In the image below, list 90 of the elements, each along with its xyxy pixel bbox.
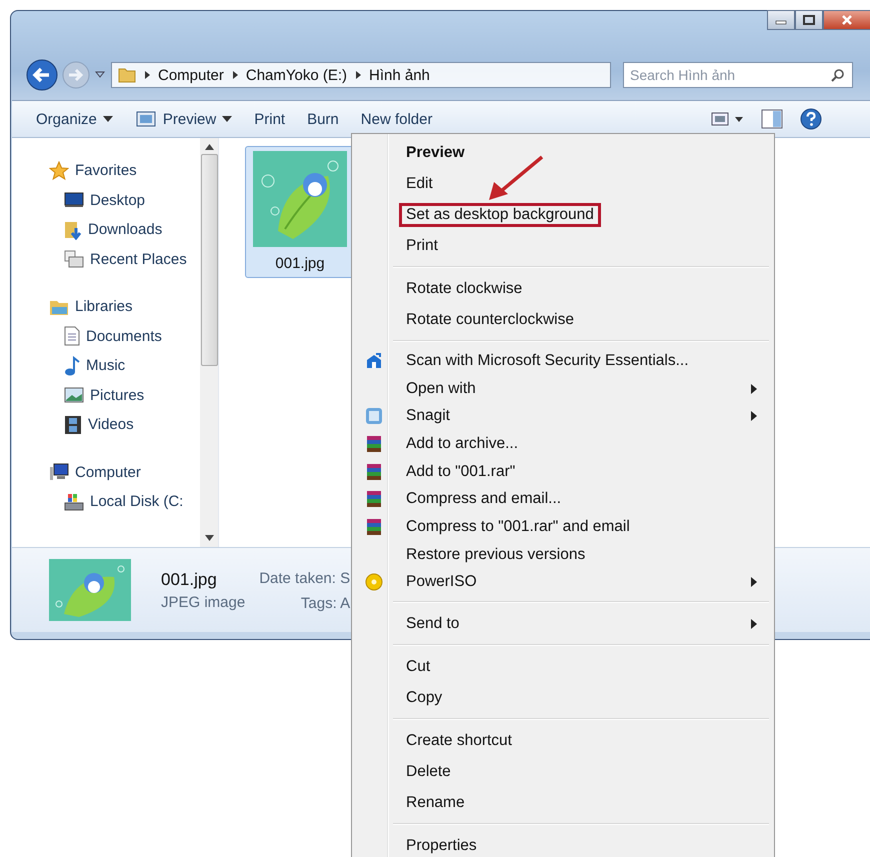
menu-item[interactable]: Rotate clockwise [355,273,771,304]
books-icon [365,462,383,481]
toolbar-button[interactable]: Preview [134,110,232,128]
breadcrumb[interactable]: Hình ảnh [369,66,430,84]
menu-item[interactable]: Rename [355,787,771,818]
menu-item[interactable]: Send to [355,608,771,640]
scrollbar[interactable] [200,138,218,547]
scroll-up-icon[interactable] [204,144,214,150]
menu-item[interactable]: Print [355,230,771,261]
recent-places-icon [64,250,84,268]
books-icon [365,434,383,453]
minimize-button[interactable] [767,10,795,30]
sidebar-item[interactable]: Desktop [12,186,200,215]
menu-item[interactable]: Scan with Microsoft Security Essentials... [355,347,771,375]
picture-icon [64,387,84,404]
menu-item[interactable]: Open with [355,374,771,402]
preview-pane-button[interactable] [761,109,783,129]
menu-item[interactable]: PowerISO [355,568,771,596]
maximize-icon [802,14,816,26]
toolbar-button[interactable]: New folder [360,110,432,128]
submenu-arrow-icon [751,618,757,629]
menu-item[interactable]: Edit [355,168,771,199]
file-type: JPEG image [161,594,246,610]
menu-item[interactable]: Compress and email... [355,485,771,514]
menu-item[interactable]: Preview [355,137,771,168]
folder-icon [118,66,136,84]
caret-icon [222,116,232,122]
date-taken-label: Date taken: S [259,570,350,587]
sidebar-item[interactable]: Computer [12,458,200,487]
caret-icon [102,116,113,122]
toolbar-button[interactable]: Burn [307,110,339,128]
square-icon [365,407,383,426]
menu-item[interactable]: Create shortcut [355,725,771,756]
submenu-arrow-icon [751,411,757,422]
books-icon [365,518,383,536]
disk-icon [64,492,84,511]
scroll-down-icon[interactable] [204,535,214,541]
breadcrumb[interactable]: ChamYoko (E:) [246,66,348,84]
toolbar-button[interactable]: Print [254,110,286,128]
film-icon [64,414,82,435]
menu-item[interactable]: Copy [355,682,771,714]
menu-item[interactable]: Delete [355,756,771,788]
sidebar-item[interactable]: Downloads [12,215,200,244]
star-icon [49,160,69,181]
disc-icon [365,573,383,592]
submenu-arrow-icon [751,577,757,588]
music-note-icon [64,356,80,376]
menu-item[interactable]: Restore previous versions [355,540,771,568]
submenu-arrow-icon [751,384,757,394]
sidebar-item[interactable]: Libraries [12,292,200,322]
monitor-icon [64,192,84,208]
breadcrumb[interactable]: Computer [158,66,224,84]
dropdown-icon[interactable] [95,71,105,79]
maximize-button[interactable] [795,10,823,30]
toolbar-button[interactable]: Organize [36,110,113,128]
house-icon [365,352,383,370]
menu-item[interactable]: Add to archive... [355,430,771,458]
chevron-icon[interactable] [143,70,151,80]
menu-item[interactable]: Snagit [355,402,771,430]
download-folder-icon [64,220,82,240]
address-bar[interactable]: Computer ChamYoko (E:) Hình ảnh [111,62,611,88]
search-icon [831,68,845,82]
tags-label: Tags: A [300,595,350,612]
menu-item[interactable]: Add to "001.rar" [355,458,771,486]
menu-item[interactable]: Rotate counterclockwise [355,304,771,335]
close-button[interactable] [823,10,870,30]
close-icon [840,14,854,26]
preview-icon [134,110,157,128]
file-name: 001.jpg [161,570,218,590]
back-button[interactable] [25,58,59,92]
sidebar-item[interactable]: Music [12,351,200,380]
help-icon[interactable] [799,107,823,131]
menu-item[interactable]: Cut [355,651,771,682]
computer-icon [49,463,69,482]
view-options-button[interactable] [711,112,745,126]
chevron-icon[interactable] [230,70,239,80]
menu-item[interactable]: Set as desktop background [355,199,771,230]
sidebar-item[interactable]: Favorites [12,156,200,186]
sidebar-item[interactable]: Local Disk (C: [12,487,200,516]
sidebar-item[interactable]: Videos [12,410,200,440]
menu-item[interactable]: Compress to "001.rar" and email [355,513,771,541]
annotation-arrow [486,154,546,202]
sidebar-item[interactable]: Documents [12,322,200,351]
sidebar-item[interactable]: Pictures [12,380,200,410]
books-icon [365,490,383,508]
search-field[interactable]: Search Hình ảnh [623,62,853,88]
document-icon [64,326,80,346]
sidebar-item[interactable]: Recent Places [12,244,200,274]
chevron-icon[interactable] [354,70,362,80]
menu-item[interactable]: Properties [355,830,771,857]
